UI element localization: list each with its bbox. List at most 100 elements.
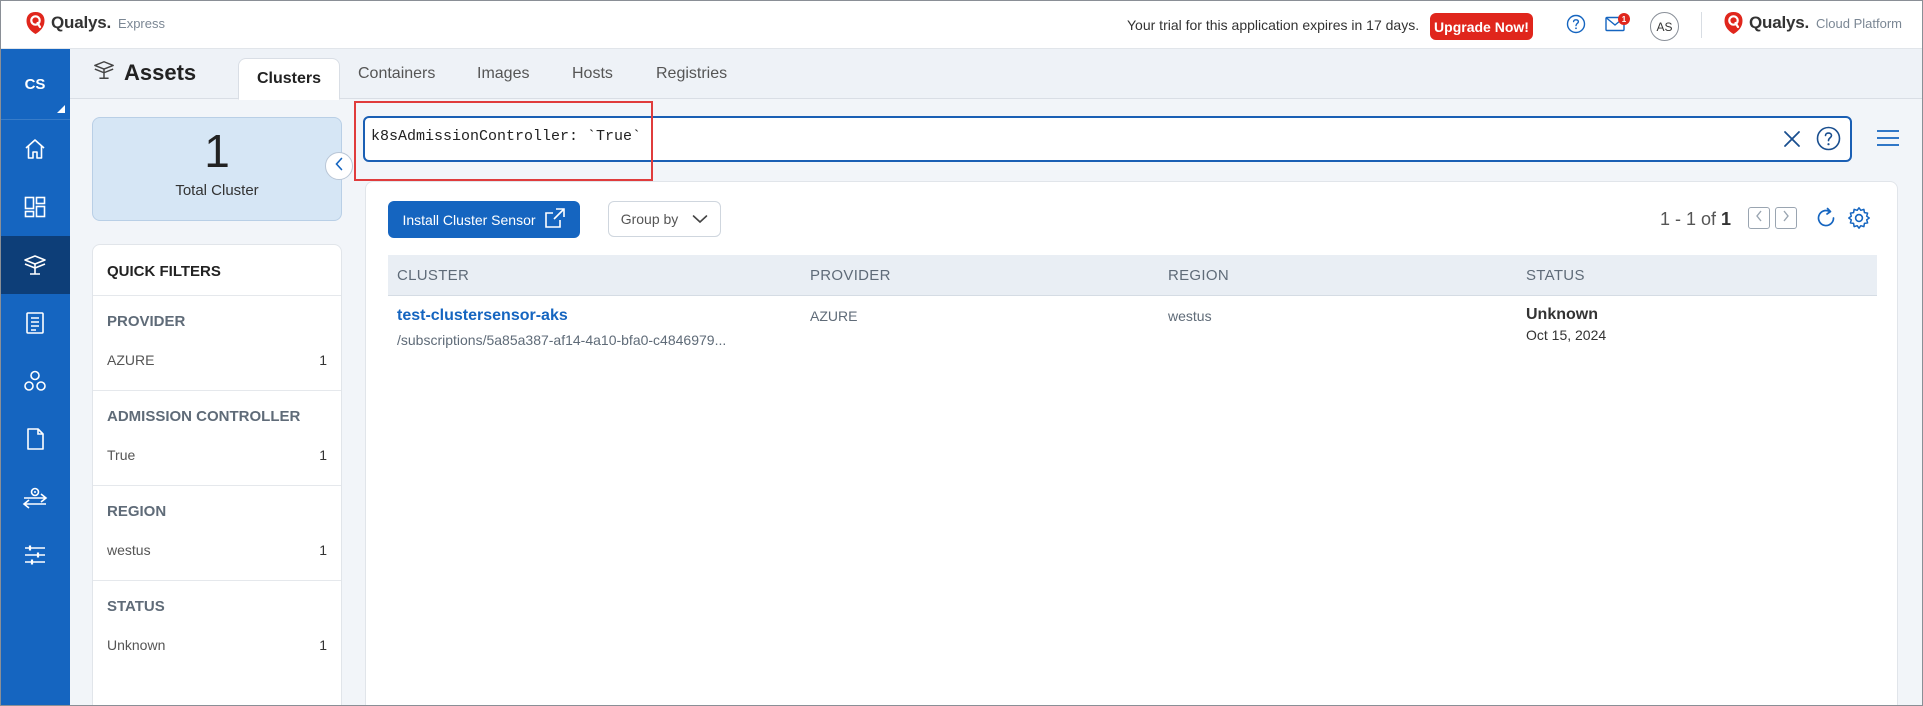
- nav-configuration[interactable]: [0, 526, 70, 584]
- column-header-region[interactable]: REGION: [1168, 267, 1229, 284]
- quick-filters-title: QUICK FILTERS: [93, 245, 341, 296]
- table-row[interactable]: test-clustersensor-aks /subscriptions/5a…: [388, 297, 1877, 359]
- next-page-button[interactable]: [1775, 207, 1797, 229]
- nav-home[interactable]: [0, 120, 70, 178]
- page-title-text: Assets: [124, 60, 197, 85]
- user-initials: CS: [24, 75, 46, 93]
- clear-search-icon[interactable]: [1781, 128, 1803, 155]
- filter-option-azure[interactable]: AZURE 1: [107, 352, 327, 368]
- top-bar: Qualys. Express Your trial for this appl…: [0, 0, 1923, 49]
- chevron-right-icon: [1782, 209, 1790, 227]
- mail-badge: 1: [1618, 13, 1630, 25]
- assets-icon: [92, 59, 116, 87]
- nav-dashboard[interactable]: [0, 178, 70, 236]
- chevron-left-icon: [1755, 209, 1763, 227]
- status-date: Oct 15, 2024: [1526, 327, 1607, 343]
- filter-group-title: REGION: [107, 503, 167, 520]
- left-navigation: CS: [0, 49, 70, 706]
- chevron-down-icon: [692, 211, 708, 227]
- cluster-name-link[interactable]: test-clustersensor-aks: [397, 307, 747, 325]
- filter-group-title: STATUS: [107, 598, 165, 615]
- search-help-icon[interactable]: [1816, 126, 1841, 156]
- collapse-panel-button[interactable]: [325, 152, 353, 180]
- sensors-icon: [22, 485, 48, 509]
- search-bar: [363, 116, 1852, 162]
- filter-option-label: True: [107, 447, 136, 463]
- brand-product: Express: [118, 15, 165, 31]
- refresh-icon[interactable]: [1814, 206, 1838, 235]
- qualys-shield-icon: [25, 11, 46, 35]
- reports-icon: [24, 311, 46, 335]
- trial-notice: Your trial for this application expires …: [1127, 17, 1420, 33]
- status-value: Unknown: [1526, 306, 1598, 323]
- filter-option-count: 1: [319, 352, 327, 368]
- nav-sensors[interactable]: [0, 468, 70, 526]
- nav-policies[interactable]: [0, 410, 70, 468]
- column-header-provider[interactable]: PROVIDER: [810, 267, 891, 284]
- help-icon[interactable]: [1566, 14, 1586, 39]
- qualys-cloud-platform-logo[interactable]: Qualys. Cloud Platform: [1723, 11, 1902, 35]
- nav-vulnerabilities[interactable]: [0, 352, 70, 410]
- tab-containers[interactable]: Containers: [358, 65, 435, 83]
- filter-group-provider: PROVIDER AZURE 1: [93, 296, 341, 391]
- filter-option-label: Unknown: [107, 637, 166, 653]
- filter-group-status: STATUS Unknown 1: [93, 581, 341, 676]
- filter-option-true[interactable]: True 1: [107, 447, 327, 463]
- assets-icon: [22, 253, 48, 277]
- pagination-summary: 1 - 1 of 1: [1660, 209, 1731, 230]
- external-link-icon: [544, 207, 566, 232]
- settings-gear-icon[interactable]: [1847, 206, 1871, 235]
- tab-hosts[interactable]: Hosts: [572, 65, 613, 83]
- filter-option-westus[interactable]: westus 1: [107, 542, 327, 558]
- hamburger-menu-icon[interactable]: [1876, 128, 1900, 153]
- upgrade-now-button[interactable]: Upgrade Now!: [1430, 13, 1533, 40]
- vulnerabilities-icon: [23, 369, 47, 393]
- filter-group-title: PROVIDER: [107, 313, 186, 330]
- filter-option-count: 1: [319, 637, 327, 653]
- total-cluster-card: 1 Total Cluster: [92, 117, 342, 221]
- cell-status: Unknown Oct 15, 2024: [1526, 306, 1606, 343]
- search-input[interactable]: [371, 128, 1671, 145]
- cluster-subscription-path: /subscriptions/5a85a387-af14-4a10-bfa0-c…: [397, 332, 727, 348]
- filter-group-title: ADMISSION CONTROLLER: [107, 408, 301, 425]
- user-switcher[interactable]: CS: [0, 49, 70, 120]
- user-avatar[interactable]: AS: [1650, 12, 1679, 41]
- install-cluster-sensor-button[interactable]: Install Cluster Sensor: [388, 201, 580, 238]
- pagination-range: 1 - 1 of: [1660, 209, 1722, 229]
- chevron-left-icon: [334, 157, 344, 176]
- group-by-label: Group by: [620, 211, 679, 227]
- group-by-dropdown[interactable]: Group by: [608, 201, 721, 237]
- pagination-total: 1: [1721, 209, 1732, 229]
- quick-filters-panel: QUICK FILTERS PROVIDER AZURE 1 ADMISSION…: [92, 244, 342, 706]
- brand-name: Qualys.: [1749, 13, 1810, 32]
- cell-cluster: test-clustersensor-aks /subscriptions/5a…: [397, 307, 747, 348]
- previous-page-button[interactable]: [1748, 207, 1770, 229]
- qualys-shield-icon: [1723, 11, 1744, 35]
- policies-icon: [24, 427, 46, 451]
- nav-assets[interactable]: [0, 236, 70, 294]
- tab-registries[interactable]: Registries: [656, 65, 727, 83]
- cell-region: westus: [1168, 308, 1212, 324]
- tab-clusters[interactable]: Clusters: [238, 58, 341, 100]
- filter-option-label: AZURE: [107, 352, 155, 368]
- dashboard-icon: [23, 195, 47, 219]
- total-cluster-count: 1: [204, 125, 230, 177]
- filter-group-admission-controller: ADMISSION CONTROLLER True 1: [93, 391, 341, 486]
- filter-option-count: 1: [319, 447, 327, 463]
- filter-group-region: REGION westus 1: [93, 486, 341, 581]
- configuration-icon: [23, 543, 47, 567]
- total-cluster-label: Total Cluster: [175, 182, 259, 199]
- column-header-cluster[interactable]: CLUSTER: [397, 267, 469, 284]
- page-title: Assets: [92, 59, 196, 87]
- cell-provider: AZURE: [810, 308, 858, 324]
- page-header: Assets Clusters Containers Images Hosts …: [70, 49, 1923, 100]
- nav-reports[interactable]: [0, 294, 70, 352]
- corner-indicator-icon: [57, 105, 65, 113]
- qualys-express-logo[interactable]: Qualys. Express: [25, 11, 165, 35]
- tab-images[interactable]: Images: [477, 65, 529, 83]
- filter-option-unknown[interactable]: Unknown 1: [107, 637, 327, 653]
- column-header-status[interactable]: STATUS: [1526, 267, 1585, 284]
- filter-option-count: 1: [319, 542, 327, 558]
- table-header: CLUSTER PROVIDER REGION STATUS: [388, 255, 1877, 296]
- divider: [1701, 12, 1702, 38]
